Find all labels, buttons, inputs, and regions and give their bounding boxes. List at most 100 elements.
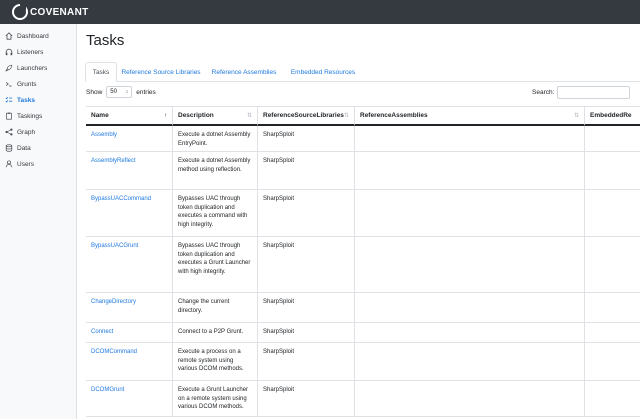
tab-bar: Tasks Reference Source Libraries Referen… [85, 62, 640, 82]
home-icon [5, 32, 13, 40]
task-reference-source-libraries: SharpSploit [263, 299, 295, 305]
search-input[interactable] [557, 85, 631, 99]
column-header-label: ReferenceAssemblies [360, 112, 428, 119]
table-cell [585, 323, 640, 342]
sidebar-item-launchers[interactable]: Launchers [5, 61, 47, 75]
task-reference-source-libraries: SharpSploit [263, 196, 295, 202]
table-row: AssemblyReflect Execute a dotnet Assembly… [86, 152, 640, 190]
table-cell: SharpSploit [258, 293, 355, 322]
tab-embedded-resources[interactable]: Embedded Resources [288, 62, 358, 82]
column-header-label: Description [178, 112, 214, 119]
clipboard-icon [5, 112, 13, 120]
table-cell [355, 323, 585, 342]
task-reference-source-libraries: SharpSploit [263, 243, 295, 249]
table-cell: BypassUACGrunt [86, 237, 173, 292]
page-length-select[interactable]: 50 ↕ [106, 86, 133, 98]
task-name-link[interactable]: ChangeDirectory [91, 299, 136, 305]
task-name-link[interactable]: Connect [91, 329, 113, 335]
table-row: ChangeDirectory Change the current direct… [86, 293, 640, 323]
sidebar-item-grunts[interactable]: Grunts [5, 77, 37, 91]
task-description: Execute a process on a remote system usi… [178, 349, 244, 372]
column-header-name[interactable]: Name ↑ [86, 106, 173, 126]
task-name-link[interactable]: DCOMGrunt [91, 387, 124, 393]
tab-reference-source-libraries[interactable]: Reference Source Libraries [119, 62, 203, 82]
table-cell: SharpSploit [258, 343, 355, 380]
task-reference-source-libraries: SharpSploit [263, 349, 295, 355]
page-title: Tasks [86, 32, 125, 49]
table-cell [355, 237, 585, 292]
table-cell: AssemblyReflect [86, 152, 173, 189]
sidebar-item-label: Launchers [17, 64, 48, 72]
sidebar-item-label: Taskings [17, 112, 43, 120]
tasks-icon [5, 96, 13, 104]
task-description: Execute a Grunt Launcher on a remote sys… [178, 387, 249, 410]
sidebar-item-dashboard[interactable]: Dashboard [5, 29, 49, 43]
task-name-link[interactable]: BypassUACCommand [91, 196, 151, 202]
table-cell [585, 381, 640, 416]
rocket-icon [5, 64, 13, 72]
entries-label: entries [136, 88, 156, 96]
brand-logo-link[interactable]: COVENANT [12, 4, 89, 20]
table-cell [585, 152, 640, 189]
sort-icon: ⇅ [246, 113, 252, 119]
table-cell [585, 126, 640, 151]
table-cell: Execute a dotnet Assembly EntryPoint. [173, 126, 258, 151]
task-reference-source-libraries: SharpSploit [263, 132, 295, 138]
table-cell [355, 293, 585, 322]
tab-tasks[interactable]: Tasks [85, 62, 117, 82]
table-cell [355, 190, 585, 236]
task-name-link[interactable]: AssemblyReflect [91, 158, 136, 164]
table-cell: Bypasses UAC through token duplication a… [173, 190, 258, 236]
task-description: Bypasses UAC through token duplication a… [178, 196, 248, 228]
task-description: Execute a dotnet Assembly EntryPoint. [178, 132, 251, 147]
sort-ascending-icon: ↑ [164, 112, 167, 119]
table-cell: Bypasses UAC through token duplication a… [173, 237, 258, 292]
table-cell: SharpSploit [258, 323, 355, 342]
sidebar-item-taskings[interactable]: Taskings [5, 109, 42, 123]
column-header-label: ReferenceSourceLibraries [263, 112, 344, 119]
sidebar-item-label: Listeners [17, 48, 44, 56]
sidebar-item-users[interactable]: Users [5, 157, 34, 171]
task-description: Execute a dotnet Assembly method using r… [178, 158, 251, 173]
brand-name: COVENANT [30, 6, 89, 18]
task-description: Bypasses UAC through token duplication a… [178, 243, 251, 275]
table-row: DCOMGrunt Execute a Grunt Launcher on a r… [86, 381, 640, 417]
sidebar-item-graph[interactable]: Graph [5, 125, 35, 139]
database-icon [5, 144, 13, 152]
table-cell [585, 190, 640, 236]
sidebar-item-data[interactable]: Data [5, 141, 31, 155]
sidebar-item-label: Graph [17, 128, 36, 136]
select-arrows-icon: ↕ [125, 89, 129, 95]
table-cell: Execute a dotnet Assembly method using r… [173, 152, 258, 189]
table-row: Assembly Execute a dotnet Assembly EntryP… [86, 126, 640, 152]
sidebar-item-listeners[interactable]: Listeners [5, 45, 43, 59]
column-header-reference-assemblies[interactable]: ReferenceAssemblies ⇅ [355, 106, 585, 126]
table-cell [355, 343, 585, 380]
search-label: Search: [532, 88, 555, 96]
column-header-reference-source-libraries[interactable]: ReferenceSourceLibraries ⇅ [258, 106, 355, 126]
table-cell [355, 152, 585, 189]
task-name-link[interactable]: BypassUACGrunt [91, 243, 138, 249]
main-content: Tasks Tasks Reference Source Libraries R… [77, 24, 640, 419]
page-length-value: 50 [110, 89, 117, 95]
sort-icon: ⇅ [343, 113, 349, 119]
column-header-label: EmbeddedRe [590, 112, 632, 119]
task-description: Change the current directory. [178, 299, 230, 314]
column-header-embedded-resources[interactable]: EmbeddedRe [585, 106, 640, 126]
task-name-link[interactable]: DCOMCommand [91, 349, 137, 355]
sidebar-item-label: Tasks [17, 96, 35, 104]
sidebar-item-label: Grunts [17, 80, 37, 88]
tab-reference-assemblies[interactable]: Reference Assemblies [211, 62, 277, 82]
table-cell: Execute a process on a remote system usi… [173, 343, 258, 380]
sidebar-item-tasks[interactable]: Tasks [5, 93, 35, 107]
table-cell: Connect to a P2P Grunt. [173, 323, 258, 342]
column-header-description[interactable]: Description ⇅ [173, 106, 258, 126]
table-cell: Change the current directory. [173, 293, 258, 322]
task-name-link[interactable]: Assembly [91, 132, 117, 138]
table-search: Search: [532, 85, 631, 99]
sidebar: Dashboard Listeners Launchers Grunts Tas… [0, 24, 77, 419]
table-cell [585, 343, 640, 380]
table-row: DCOMCommand Execute a process on a remote… [86, 343, 640, 381]
table-cell: SharpSploit [258, 237, 355, 292]
table-cell: Assembly [86, 126, 173, 151]
